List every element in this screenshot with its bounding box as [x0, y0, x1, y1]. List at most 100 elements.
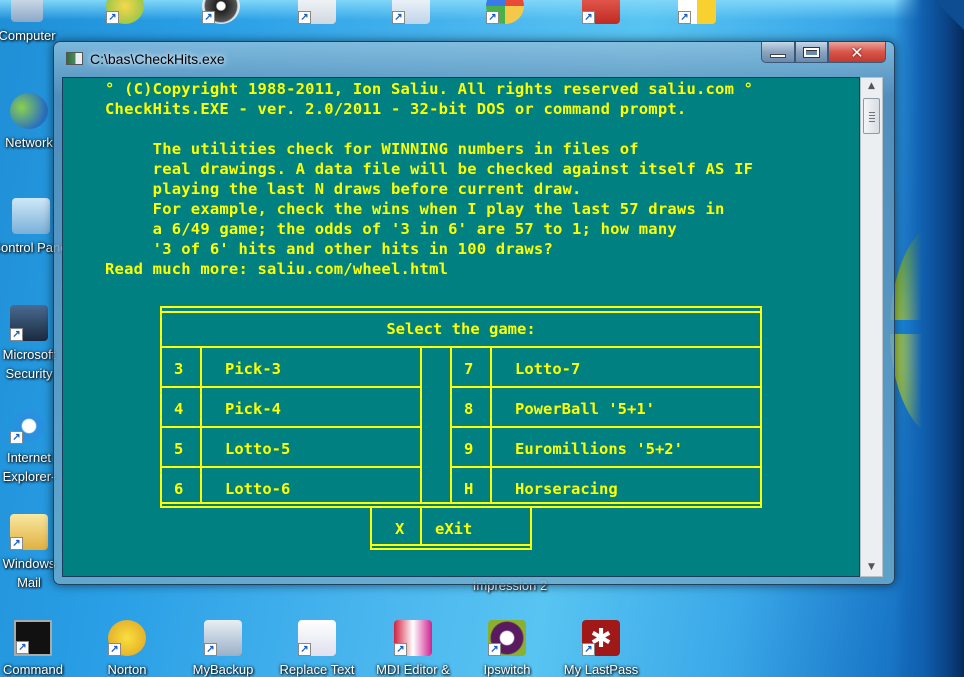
console-line: playing the last N draws before current … — [105, 180, 582, 198]
console-line: The utilities check for WINNING numbers … — [105, 140, 639, 158]
console-line: CheckHits.EXE - ver. 2.0/2011 - 32-bit D… — [105, 100, 687, 118]
desktop-icon-lastpass[interactable]: ✱ ↗ My LastPass — [558, 620, 644, 677]
maximize-icon — [803, 46, 820, 58]
norton-icon: ↗ — [108, 620, 146, 656]
menu-border — [160, 311, 762, 313]
replace-text-icon: ↗ — [298, 620, 336, 656]
desktop-icon-google[interactable]: ↗ — [462, 0, 548, 28]
minimize-icon — [770, 54, 786, 58]
menu-border — [160, 346, 762, 348]
desktop-icon-mybackup[interactable]: ↗ MyBackup — [180, 620, 266, 677]
control-panel-icon — [12, 198, 50, 234]
snagit-icon: ↗ — [298, 0, 336, 24]
option-label: Lotto-7 — [515, 360, 581, 378]
console-link-line: Read much more: saliu.com/wheel.html — [105, 260, 449, 278]
option-key: 5 — [174, 440, 184, 458]
desktop-icon-computer[interactable]: Computer — [0, 0, 70, 46]
option-label: Lotto-5 — [225, 440, 291, 458]
menu-border — [160, 306, 762, 308]
option-key: H — [464, 480, 474, 498]
word-icon: ↗ — [392, 0, 430, 24]
scrollbar-thumb[interactable] — [863, 98, 880, 134]
windows-mail-icon: ↗ — [10, 514, 48, 550]
lastpass-icon: ✱ ↗ — [582, 620, 620, 656]
vertical-scrollbar[interactable]: ▲ ▼ — [860, 77, 883, 577]
desktop-icon-oneclick[interactable]: ↗ — [654, 0, 740, 28]
window-title: C:\bas\CheckHits.exe — [90, 51, 225, 67]
option-key: 9 — [464, 440, 474, 458]
network-icon — [10, 93, 48, 129]
maximize-button[interactable] — [795, 42, 828, 63]
security-icon: ↗ — [10, 305, 48, 341]
menu-border — [450, 386, 762, 388]
close-button[interactable]: ✕ — [828, 42, 886, 63]
option-label: Pick-3 — [225, 360, 281, 378]
console-line: For example, check the wins when I play … — [105, 200, 725, 218]
option-key: 3 — [174, 360, 184, 378]
desktop-icon-command[interactable]: ↗ Command — [0, 620, 76, 677]
menu-border — [490, 346, 492, 504]
desktop-icon-snagit[interactable]: ↗ — [274, 0, 360, 28]
computer-icon — [11, 0, 43, 22]
desktop-icon-powerdvd[interactable]: ↗ — [178, 0, 264, 28]
menu-border — [160, 386, 422, 388]
console-line: ° (C)Copyright 1988-2011, Ion Saliu. All… — [105, 80, 754, 98]
desktop-frame-right — [894, 0, 964, 677]
option-label: Euromillions '5+2' — [515, 440, 683, 458]
desktop-icon-adobe[interactable]: ↗ — [558, 0, 644, 28]
menu-border — [160, 426, 422, 428]
menu-border — [450, 466, 762, 468]
option-label: Horseracing — [515, 480, 618, 498]
menu-border — [370, 548, 532, 550]
title-bar[interactable]: C:\bas\CheckHits.exe ✕ — [54, 42, 894, 74]
menu-border — [160, 506, 762, 508]
console-output[interactable]: ° (C)Copyright 1988-2011, Ion Saliu. All… — [62, 77, 860, 577]
menu-border — [370, 544, 532, 546]
desktop-frame-corner — [934, 0, 964, 30]
grip-line — [869, 112, 875, 113]
internet-explorer-icon: ↗ — [10, 408, 48, 444]
menu-border — [420, 506, 422, 546]
google-icon: ↗ — [486, 0, 524, 24]
app-icon — [66, 52, 83, 65]
ipswitch-icon: ↗ — [488, 620, 526, 656]
menu-title: Select the game: — [386, 320, 536, 338]
scroll-up-arrow-icon[interactable]: ▲ — [861, 78, 882, 95]
option-label: Lotto-6 — [225, 480, 291, 498]
powerdvd-icon: ↗ — [202, 0, 240, 24]
desktop-icon-mdi-editor[interactable]: ↗ MDI Editor & — [370, 620, 456, 677]
option-key: 7 — [464, 360, 474, 378]
option-key: X — [395, 520, 405, 538]
mdi-editor-icon: ↗ — [394, 620, 432, 656]
grip-line — [869, 118, 875, 119]
minimize-button[interactable] — [761, 42, 795, 63]
console-line: a 6/49 game; the odds of '3 in 6' are 57… — [105, 220, 677, 238]
option-label: Pick-4 — [225, 400, 281, 418]
option-label: eXit — [435, 520, 473, 538]
console-window: C:\bas\CheckHits.exe ✕ ° (C)Copyright 19… — [53, 41, 895, 585]
desktop-icon-windows-live[interactable]: ↗ — [82, 0, 168, 28]
window-controls: ✕ — [761, 42, 886, 63]
desktop-icon-norton[interactable]: ↗ Norton — [84, 620, 170, 677]
menu-border — [420, 346, 422, 504]
option-key: 8 — [464, 400, 474, 418]
adobe-reader-icon: ↗ — [582, 0, 620, 24]
desktop-icon-ipswitch[interactable]: ↗ Ipswitch — [464, 620, 550, 677]
desktop-icon-replace-text[interactable]: ↗ Replace Text — [274, 620, 360, 677]
option-key: 6 — [174, 480, 184, 498]
option-key: 4 — [174, 400, 184, 418]
grip-line — [869, 121, 875, 122]
menu-border — [200, 346, 202, 504]
scroll-down-arrow-icon[interactable]: ▼ — [861, 559, 882, 576]
menu-border — [450, 426, 762, 428]
desktop-icon-word[interactable]: ↗ — [368, 0, 454, 28]
console-line: '3 of 6' hits and other hits in 100 draw… — [105, 240, 553, 258]
command-prompt-icon: ↗ — [14, 620, 52, 656]
oneclick-icon: ↗ — [678, 0, 716, 24]
menu-border — [160, 466, 422, 468]
mybackup-icon: ↗ — [204, 620, 242, 656]
menu-border — [160, 502, 762, 504]
windows-live-icon: ↗ — [106, 0, 144, 24]
close-icon: ✕ — [850, 42, 864, 62]
console-line: real drawings. A data file will be check… — [105, 160, 754, 178]
